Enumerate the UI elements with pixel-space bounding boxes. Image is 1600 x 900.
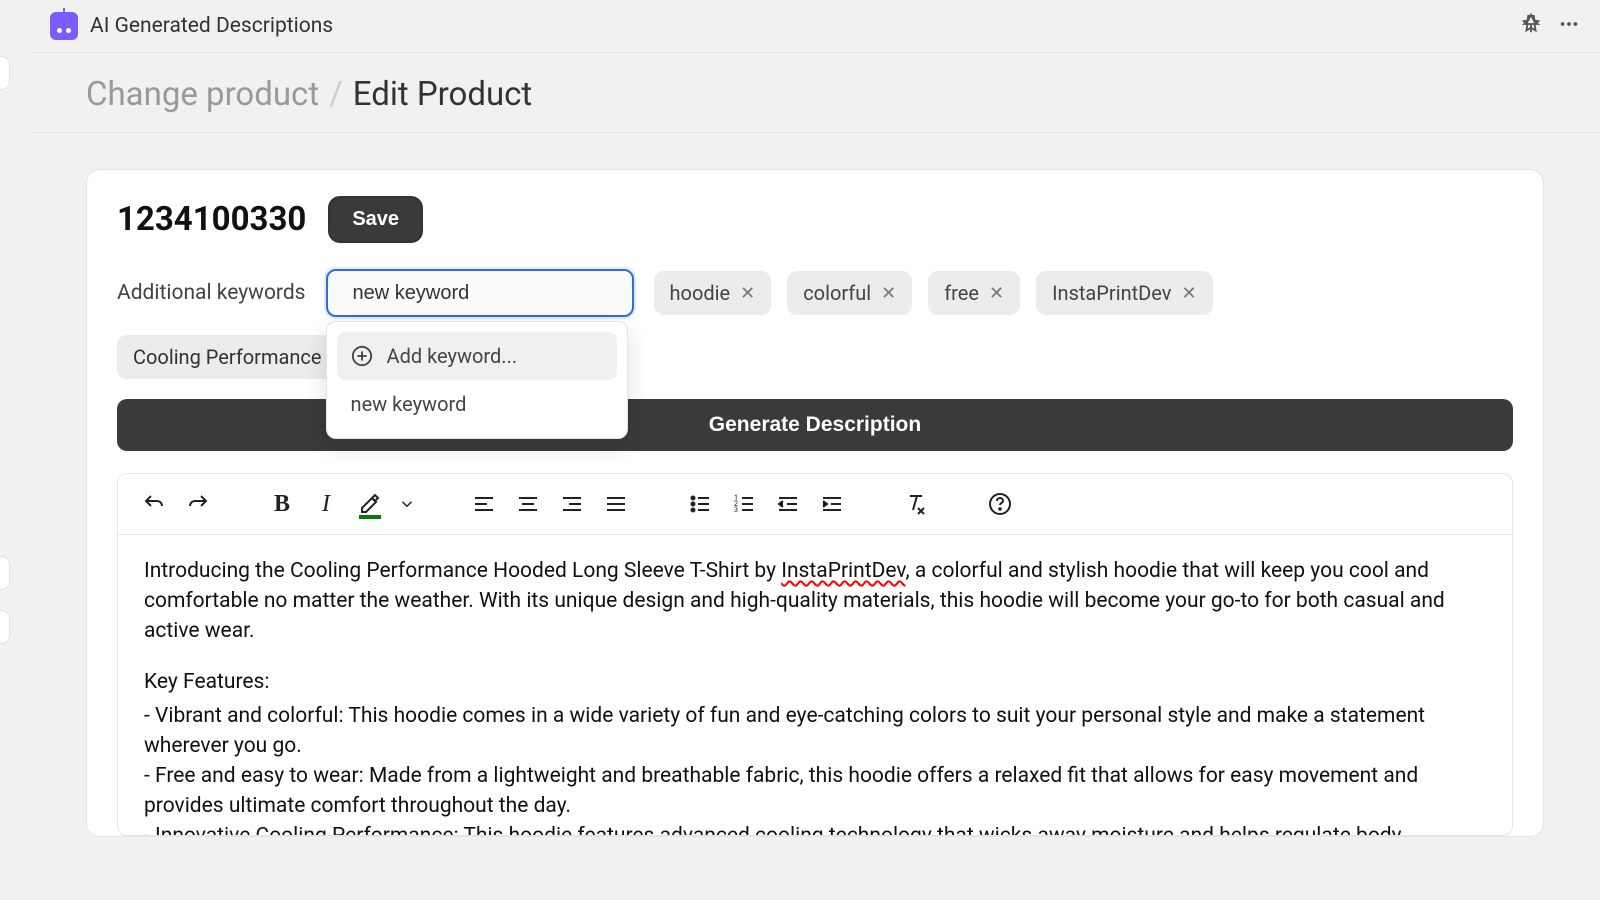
keyword-chip-hoodie[interactable]: hoodie✕ <box>654 271 772 315</box>
outdent-button[interactable] <box>772 488 804 520</box>
close-icon[interactable]: ✕ <box>989 283 1004 304</box>
app-icon <box>50 12 78 40</box>
product-id: 1234100330 <box>117 200 306 239</box>
search-icon <box>342 283 343 303</box>
topbar: AI Generated Descriptions <box>30 0 1600 53</box>
app-title: AI Generated Descriptions <box>90 14 333 38</box>
italic-button[interactable]: I <box>310 488 342 520</box>
dropdown-add-label: Add keyword... <box>387 344 518 368</box>
product-name-chip[interactable]: Cooling Performance Hooded Long Sleeve T… <box>117 335 347 379</box>
more-icon[interactable] <box>1558 13 1580 39</box>
feature-bullet: - Innovative Cooling Performance: This h… <box>144 822 1486 836</box>
product-card: 1234100330 Save Additional keywords Add … <box>86 169 1544 837</box>
help-button[interactable] <box>984 488 1016 520</box>
spell-error: InstaPrintDev <box>781 559 905 583</box>
indent-button[interactable] <box>816 488 848 520</box>
feature-bullet: - Free and easy to wear: Made from a lig… <box>144 762 1486 822</box>
keyword-dropdown: Add keyword... new keyword <box>326 321 628 439</box>
align-left-button[interactable] <box>468 488 500 520</box>
editor-content[interactable]: Introducing the Cooling Performance Hood… <box>118 535 1512 835</box>
numbered-list-button[interactable]: 123 <box>728 488 760 520</box>
breadcrumb-parent[interactable]: Change product <box>86 75 319 114</box>
bullet-list-button[interactable] <box>684 488 716 520</box>
marker-icon <box>358 490 382 514</box>
keyword-chip-instaprint[interactable]: InstaPrintDev✕ <box>1036 271 1212 315</box>
dropdown-match-item[interactable]: new keyword <box>337 380 617 428</box>
rich-text-editor: B I 123 <box>117 473 1513 836</box>
close-icon[interactable]: ✕ <box>740 283 755 304</box>
close-icon[interactable]: ✕ <box>1181 283 1196 304</box>
keyword-search-wrap[interactable] <box>326 269 634 317</box>
dropdown-match-label: new keyword <box>351 392 467 416</box>
align-center-button[interactable] <box>512 488 544 520</box>
text-color-chevron[interactable] <box>398 488 416 520</box>
bold-button[interactable]: B <box>266 488 298 520</box>
feature-bullet: - Vibrant and colorful: This hoodie come… <box>144 702 1486 762</box>
breadcrumb-separator: / <box>329 75 343 114</box>
redo-button[interactable] <box>182 488 214 520</box>
text-color-button[interactable] <box>354 488 386 520</box>
keyword-chip-free[interactable]: free✕ <box>928 271 1020 315</box>
save-button[interactable]: Save <box>330 198 421 241</box>
clear-formatting-button[interactable] <box>900 488 932 520</box>
plus-circle-icon <box>351 345 373 367</box>
align-right-button[interactable] <box>556 488 588 520</box>
svg-text:3: 3 <box>734 506 738 514</box>
undo-button[interactable] <box>138 488 170 520</box>
key-features-heading: Key Features: <box>144 668 1486 698</box>
align-justify-button[interactable] <box>600 488 632 520</box>
pin-icon[interactable] <box>1520 13 1542 39</box>
breadcrumb-current: Edit Product <box>353 75 532 114</box>
keyword-chip-colorful[interactable]: colorful✕ <box>787 271 912 315</box>
close-icon[interactable]: ✕ <box>881 283 896 304</box>
keyword-input[interactable] <box>353 282 618 305</box>
keywords-label: Additional keywords <box>117 281 306 305</box>
editor-toolbar: B I 123 <box>118 474 1512 535</box>
dropdown-add-keyword[interactable]: Add keyword... <box>337 332 617 380</box>
breadcrumb: Change product / Edit Product <box>86 75 1544 114</box>
